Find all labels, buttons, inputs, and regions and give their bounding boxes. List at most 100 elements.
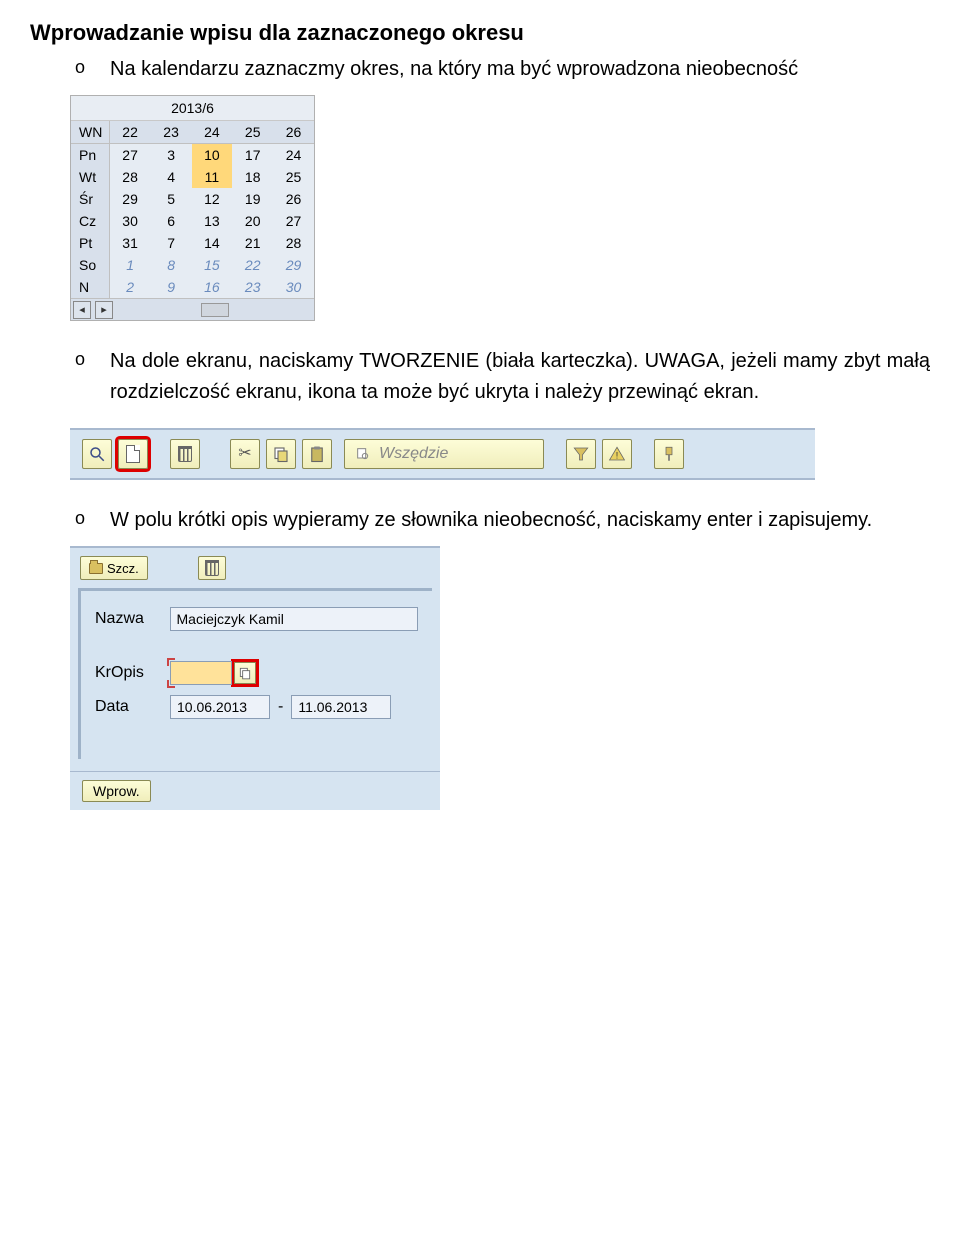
cal-day[interactable]: 27 (273, 210, 314, 232)
filter-button[interactable] (566, 439, 596, 469)
calendar-table: WN 22 23 24 25 26 Pn 27 3 10 17 24 Wt 28… (71, 121, 314, 298)
paste-button[interactable] (302, 439, 332, 469)
cal-day[interactable]: 3 (151, 144, 192, 167)
cal-day[interactable]: 28 (109, 166, 151, 188)
calendar-title: 2013/6 (71, 96, 314, 121)
cal-day[interactable]: 28 (273, 232, 314, 254)
week-num: 23 (151, 121, 192, 144)
cal-day[interactable]: 12 (192, 188, 233, 210)
kropis-picker-button[interactable] (234, 662, 256, 684)
cal-day[interactable]: 22 (232, 254, 273, 276)
cal-day-selected[interactable]: 11 (192, 166, 233, 188)
more-button[interactable] (654, 439, 684, 469)
cal-day[interactable]: 5 (151, 188, 192, 210)
cal-day[interactable]: 8 (151, 254, 192, 276)
entry-form: Szcz. Nazwa Maciejczyk Kamil KrOpis Data… (70, 546, 440, 810)
date-row: Data 10.06.2013 - 11.06.2013 (95, 695, 418, 719)
cal-day[interactable]: 4 (151, 166, 192, 188)
cal-day-selected[interactable]: 10 (192, 144, 233, 167)
day-label: Pn (71, 144, 109, 167)
cal-day[interactable]: 14 (192, 232, 233, 254)
clipboard-icon (308, 445, 326, 463)
copy-button[interactable] (266, 439, 296, 469)
details-button[interactable]: Szcz. (80, 556, 148, 580)
cal-day[interactable]: 26 (273, 188, 314, 210)
day-label: Śr (71, 188, 109, 210)
cal-day[interactable]: 1 (109, 254, 151, 276)
calendar-scrollbar[interactable] (115, 303, 314, 317)
details-label: Szcz. (107, 561, 139, 576)
bullet-marker: o (75, 505, 85, 536)
trash-icon (205, 560, 219, 576)
wprow-button[interactable]: Wprow. (82, 780, 151, 802)
form-toolbar: Szcz. (70, 556, 440, 588)
cal-day[interactable]: 13 (192, 210, 233, 232)
cal-day[interactable]: 21 (232, 232, 273, 254)
calendar-widget[interactable]: 2013/6 WN 22 23 24 25 26 Pn 27 3 10 17 2… (70, 95, 315, 321)
week-num: 26 (273, 121, 314, 144)
name-label: Nazwa (95, 610, 170, 628)
cal-day[interactable]: 16 (192, 276, 233, 298)
week-num: 25 (232, 121, 273, 144)
bullet-marker: o (75, 346, 85, 408)
magnifier-icon (88, 445, 106, 463)
bullet-marker: o (75, 54, 85, 85)
week-num: 24 (192, 121, 233, 144)
cal-day[interactable]: 20 (232, 210, 273, 232)
cal-day[interactable]: 31 (109, 232, 151, 254)
search-button[interactable] (82, 439, 112, 469)
cut-button[interactable]: ✂ (230, 439, 260, 469)
day-label: So (71, 254, 109, 276)
cal-day[interactable]: 29 (273, 254, 314, 276)
warning-icon: ! (608, 445, 626, 463)
search-field[interactable]: Wszędzie (344, 439, 544, 469)
form-footer: Wprow. (70, 771, 440, 810)
search-placeholder: Wszędzie (379, 445, 448, 463)
cal-day[interactable]: 29 (109, 188, 151, 210)
copy-icon (272, 445, 290, 463)
prev-arrow[interactable]: ◂ (73, 301, 91, 319)
cal-day[interactable]: 24 (273, 144, 314, 167)
date-separator: - (278, 698, 283, 716)
day-label: N (71, 276, 109, 298)
cal-day[interactable]: 23 (232, 276, 273, 298)
alert-button[interactable]: ! (602, 439, 632, 469)
week-num: 22 (109, 121, 151, 144)
bullet-2: o Na dole ekranu, naciskamy TWORZENIE (b… (75, 346, 930, 408)
scissors-icon: ✂ (238, 446, 251, 462)
cal-day[interactable]: 2 (109, 276, 151, 298)
form-fields: Nazwa Maciejczyk Kamil KrOpis Data 10.06… (78, 588, 432, 759)
cal-day[interactable]: 6 (151, 210, 192, 232)
delete-button[interactable] (170, 439, 200, 469)
search-icon (355, 446, 371, 462)
toolbar: ✂ Wszędzie ! (70, 428, 815, 480)
bullet-text: Na dole ekranu, naciskamy TWORZENIE (bia… (110, 346, 930, 408)
name-row: Nazwa Maciejczyk Kamil (95, 607, 418, 631)
create-button[interactable] (118, 439, 148, 469)
kropis-field[interactable] (170, 661, 232, 685)
trash-icon (178, 446, 192, 462)
picker-icon (238, 666, 252, 680)
cal-day[interactable]: 19 (232, 188, 273, 210)
cal-day[interactable]: 7 (151, 232, 192, 254)
bullet-1: o Na kalendarzu zaznaczmy okres, na któr… (75, 54, 930, 85)
section-heading: Wprowadzanie wpisu dla zaznaczonego okre… (30, 20, 930, 46)
next-arrow[interactable]: ▸ (95, 301, 113, 319)
delete-entry-button[interactable] (198, 556, 226, 580)
date-from-field[interactable]: 10.06.2013 (170, 695, 270, 719)
svg-text:!: ! (616, 451, 619, 461)
name-field[interactable]: Maciejczyk Kamil (170, 607, 418, 631)
day-label: Pt (71, 232, 109, 254)
cal-day[interactable]: 18 (232, 166, 273, 188)
cal-day[interactable]: 9 (151, 276, 192, 298)
cal-day[interactable]: 17 (232, 144, 273, 167)
cal-day[interactable]: 30 (273, 276, 314, 298)
cal-day[interactable]: 27 (109, 144, 151, 167)
cal-day[interactable]: 25 (273, 166, 314, 188)
kropis-label: KrOpis (95, 664, 170, 682)
bullet-text: Na kalendarzu zaznaczmy okres, na który … (110, 54, 930, 85)
pin-icon (660, 445, 678, 463)
cal-day[interactable]: 30 (109, 210, 151, 232)
date-to-field[interactable]: 11.06.2013 (291, 695, 391, 719)
cal-day[interactable]: 15 (192, 254, 233, 276)
